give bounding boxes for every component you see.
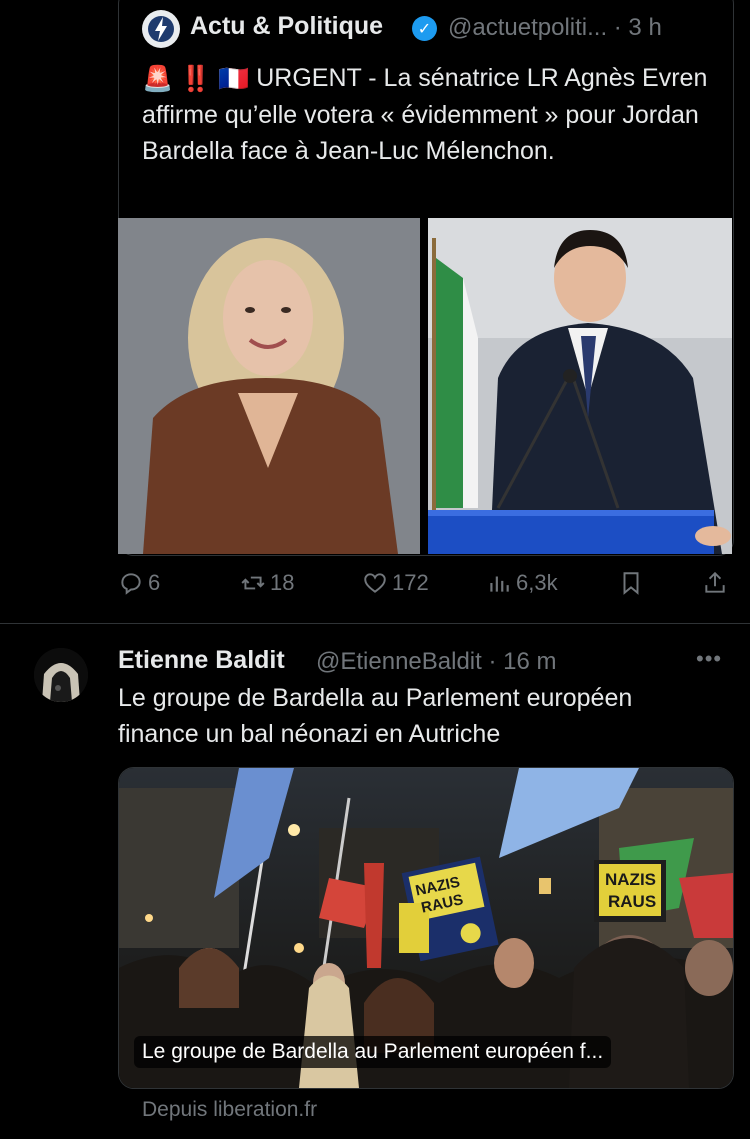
views-count: 6,3k [516,570,558,595]
quoted-author-name[interactable]: Actu & Politique [190,12,383,41]
quoted-author-handle[interactable]: @actuetpoliti... · 3 h [448,14,662,42]
author-name[interactable]: Etienne Baldit [118,646,285,675]
link-preview-title[interactable]: Le groupe de Bardella au Parlement europ… [134,1036,612,1068]
quoted-tweet-images[interactable] [118,218,732,554]
tweet-divider [0,623,750,624]
share-button[interactable] [702,570,728,596]
bookmark-icon [623,572,639,595]
photo-woman[interactable] [118,218,420,554]
more-options-icon[interactable]: ••• [696,646,722,672]
svg-text:RAUS: RAUS [608,892,656,911]
retweet-button[interactable]: 18 [240,570,294,596]
views-icon [490,576,509,592]
share-icon [705,571,725,593]
like-count: 172 [392,570,429,595]
quoted-tweet-text: 🚨 ‼️ 🇫🇷 URGENT - La sénatrice LR Agnès E… [142,60,717,169]
like-button[interactable]: 172 [362,570,429,596]
author-avatar[interactable] [34,648,88,702]
verified-badge-icon: ✓ [412,16,437,41]
quoted-author-avatar[interactable] [142,10,180,48]
views-button[interactable]: 6,3k [486,570,558,596]
reply-icon [121,573,141,595]
sign-right-text: NAZIS [605,870,656,889]
emoji-prefix: 🚨 ‼️ 🇫🇷 [142,65,250,94]
tweet-actions-bar: 6 18 172 6,3k [118,570,733,606]
retweet-count: 18 [270,570,295,595]
author-handle[interactable]: @EtienneBaldit · 16 m [316,648,556,676]
reply-count: 6 [148,570,161,595]
link-source[interactable]: Depuis liberation.fr [142,1098,317,1122]
heart-icon [364,573,386,593]
photo-man[interactable] [428,218,732,554]
bookmark-button[interactable] [618,570,644,596]
lightning-icon [148,16,174,42]
reply-button[interactable]: 6 [118,570,160,596]
tweet-text: Le groupe de Bardella au Parlement europ… [118,684,633,748]
retweet-icon [241,576,265,590]
